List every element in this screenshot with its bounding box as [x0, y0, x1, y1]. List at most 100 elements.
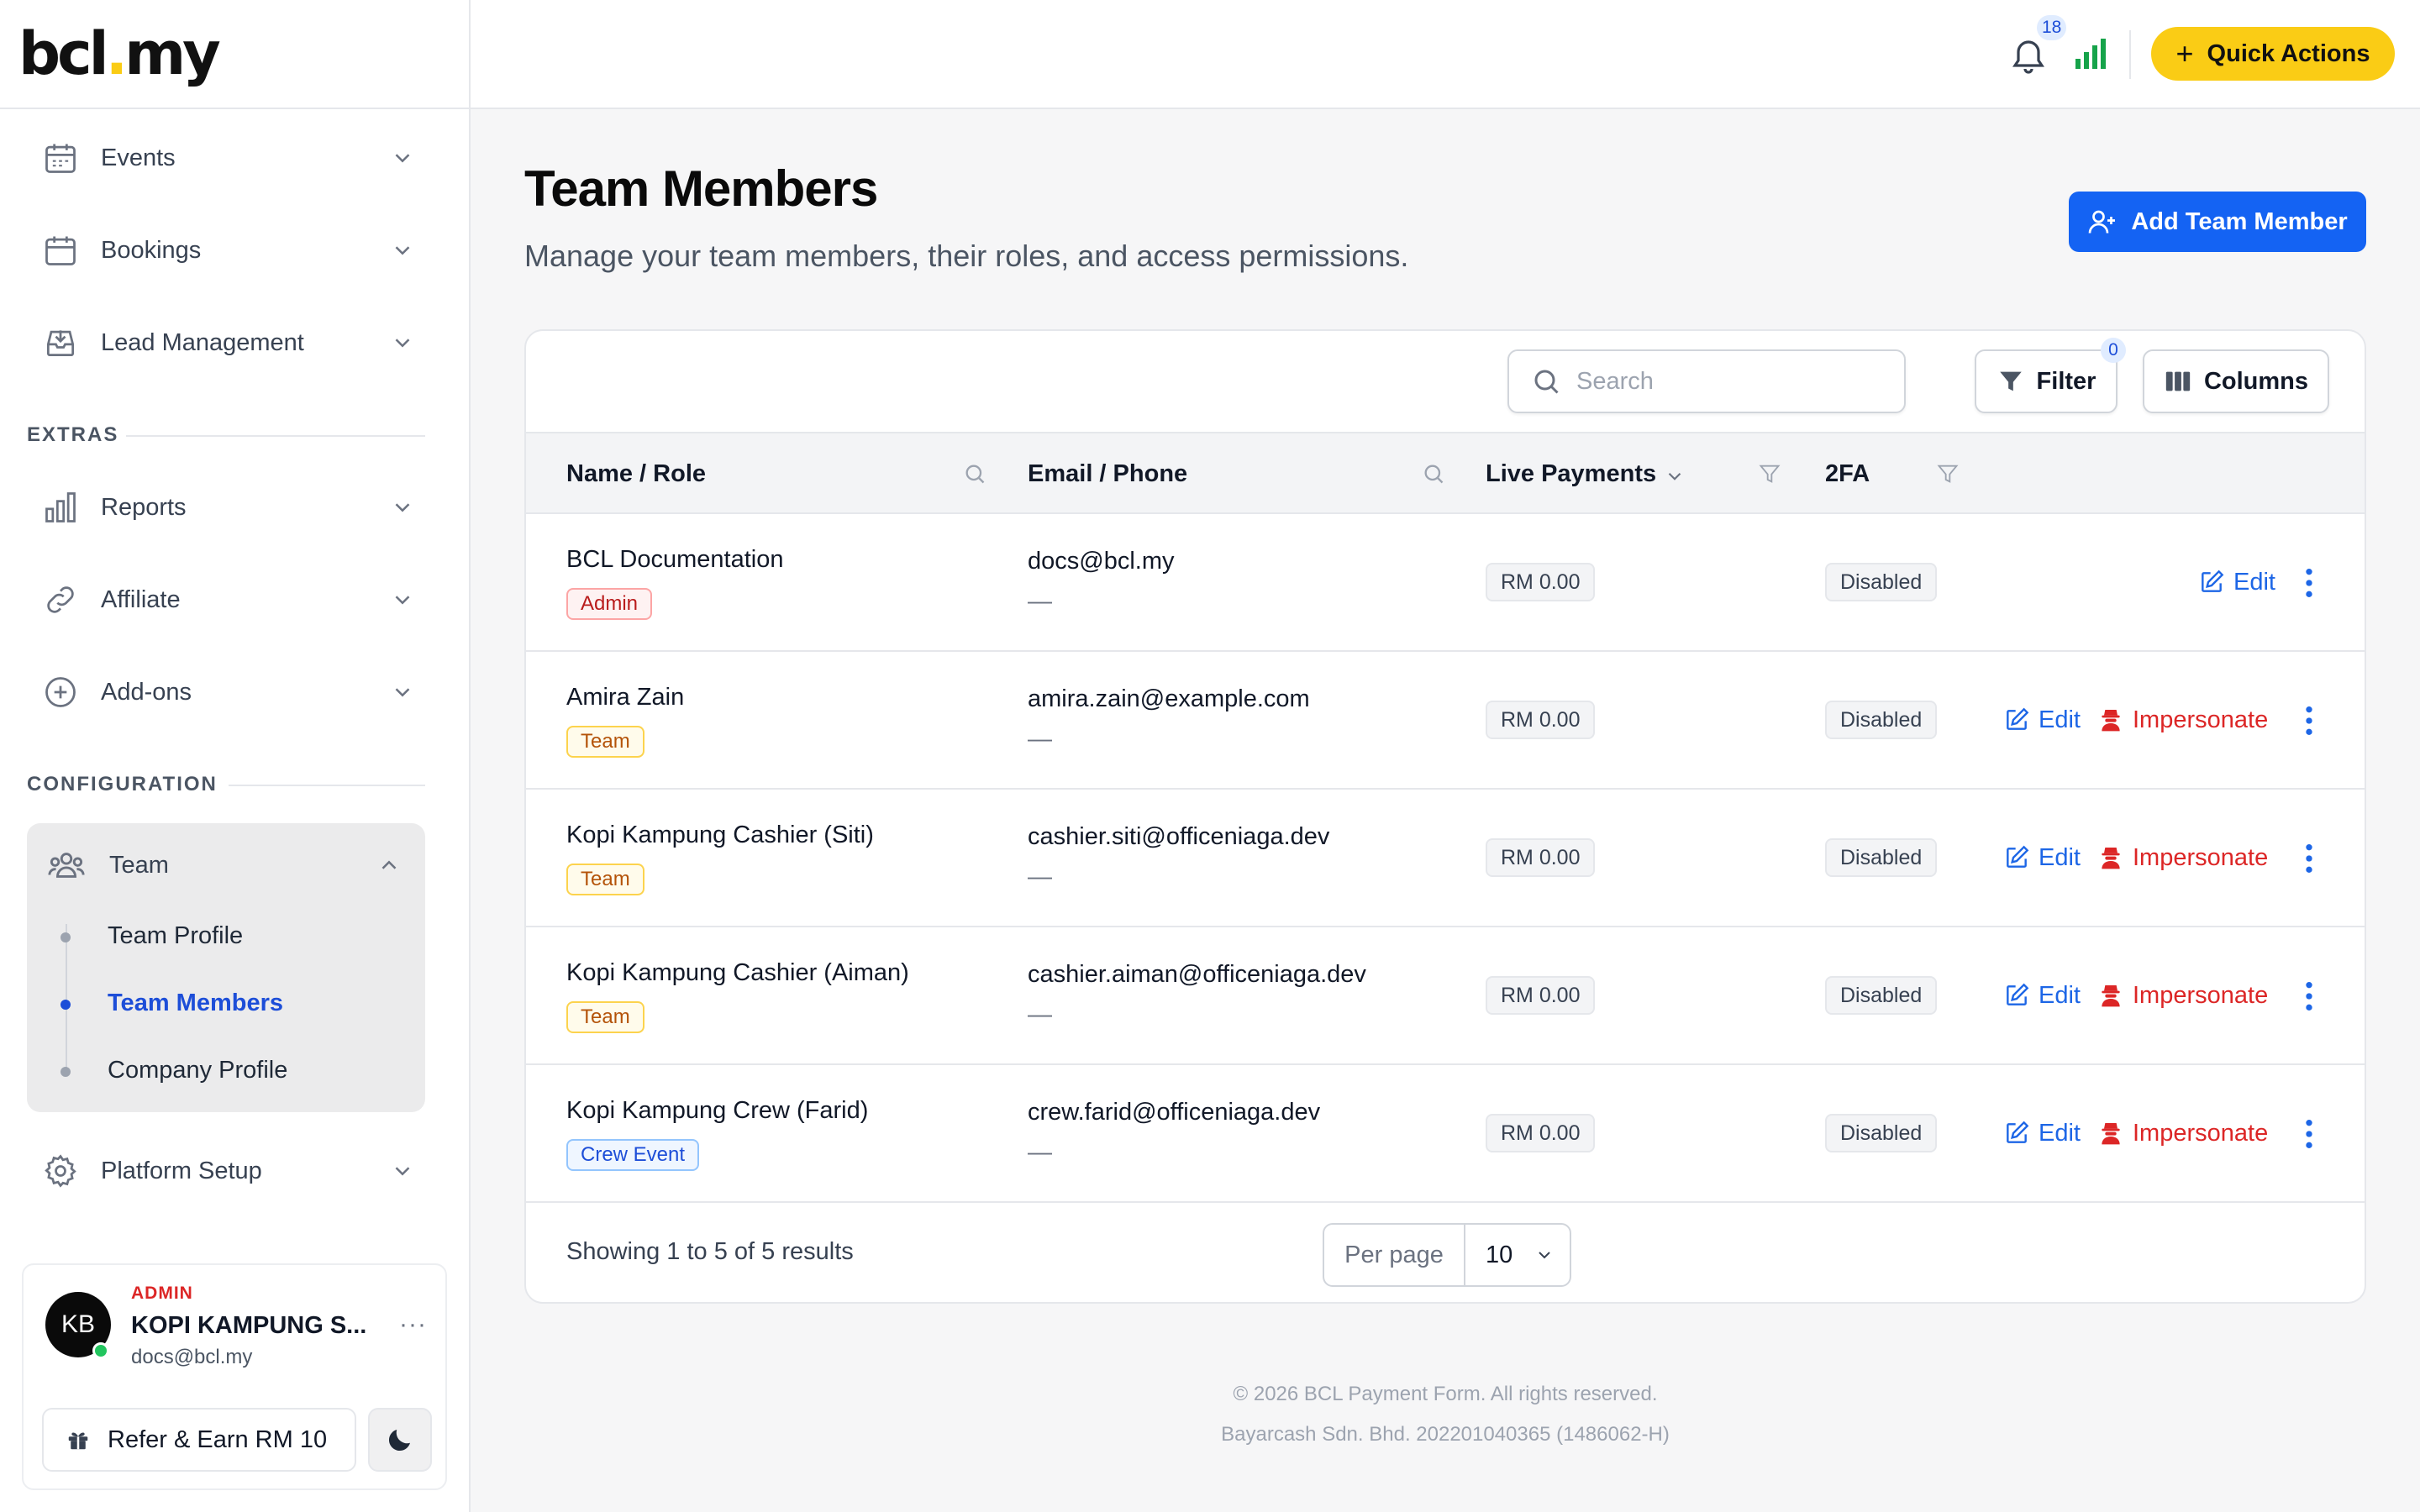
bell-icon[interactable]: [2008, 34, 2049, 77]
column-filter-icon[interactable]: [1758, 462, 1781, 486]
filter-icon: [1999, 371, 2022, 391]
sidebar-item-team-members[interactable]: Team Members: [108, 990, 283, 1017]
chevron-down-icon: [395, 1167, 410, 1176]
more-options-icon[interactable]: ···: [399, 1310, 427, 1339]
more-vertical-icon[interactable]: [2299, 704, 2319, 738]
team-members-table-card: Filter 0 Columns Name / Role Email / Pho…: [524, 329, 2366, 1304]
page-subtitle: Manage your team members, their roles, a…: [524, 239, 1409, 273]
search-input[interactable]: [1576, 367, 1879, 396]
add-user-icon: [2088, 210, 2116, 234]
section-label-extras: EXTRAS: [27, 423, 119, 446]
columns-icon: [2165, 371, 2191, 391]
column-header-name-role[interactable]: Name / Role: [566, 460, 706, 488]
sidebar-item-affiliate[interactable]: Affiliate: [27, 566, 435, 633]
sidebar-item-platform-setup[interactable]: Platform Setup: [27, 1137, 435, 1205]
column-header-email-phone[interactable]: Email / Phone: [1028, 460, 1187, 488]
add-team-member-button[interactable]: Add Team Member: [2069, 192, 2366, 252]
filter-button[interactable]: Filter: [1975, 349, 2118, 413]
divider: [2129, 30, 2131, 79]
impersonate-button[interactable]: Impersonate: [2097, 976, 2268, 1015]
edit-icon: [2202, 570, 2224, 592]
sidebar-item-add-ons[interactable]: Add-ons: [27, 659, 435, 726]
divider: [229, 785, 425, 786]
edit-button[interactable]: Edit: [2003, 838, 2081, 877]
calendar-icon: [45, 144, 76, 173]
live-payments-value: RM 0.00: [1486, 701, 1596, 739]
plus-icon: +: [2175, 36, 2194, 71]
sidebar-item-company-profile[interactable]: Company Profile: [108, 1057, 287, 1084]
live-payments-value: RM 0.00: [1486, 976, 1596, 1015]
more-vertical-icon[interactable]: [2299, 566, 2319, 600]
signal-icon: [2075, 39, 2106, 69]
sidebar-item-bookings[interactable]: Bookings: [27, 217, 435, 284]
search-field[interactable]: [1507, 349, 1906, 413]
member-name: Kopi Kampung Cashier (Siti): [566, 822, 874, 848]
top-bar: 18 + Quick Actions: [471, 0, 2420, 109]
columns-button[interactable]: Columns: [2143, 349, 2329, 413]
edit-icon: [2007, 845, 2029, 868]
more-vertical-icon[interactable]: [2299, 979, 2319, 1013]
2fa-status-badge: Disabled: [1825, 976, 1938, 1015]
member-name: Amira Zain: [566, 684, 685, 711]
sidebar-item-events[interactable]: Events: [27, 124, 435, 192]
edit-button[interactable]: Edit: [2003, 701, 2081, 739]
sidebar-item-lead-management[interactable]: Lead Management: [27, 309, 435, 376]
member-phone: —: [1028, 864, 1052, 890]
more-vertical-icon[interactable]: [2299, 1117, 2319, 1151]
edit-button[interactable]: Edit: [2003, 976, 2081, 1015]
chevron-down-icon: [395, 246, 410, 255]
add-team-member-label: Add Team Member: [2131, 207, 2348, 235]
column-search-icon[interactable]: [1422, 462, 1445, 486]
impersonate-label: Impersonate: [2133, 1119, 2269, 1147]
impersonate-button[interactable]: Impersonate: [2097, 701, 2268, 739]
inbox-icon: [46, 330, 75, 357]
moon-icon: [388, 1430, 410, 1452]
gift-icon: [68, 1432, 88, 1450]
chevron-up-icon: [381, 860, 397, 869]
edit-label: Edit: [2039, 1119, 2081, 1147]
column-header-live-payments[interactable]: Live Payments: [1486, 460, 1656, 488]
theme-toggle-button[interactable]: [368, 1408, 432, 1472]
edit-icon: [2007, 983, 2029, 1005]
refer-earn-button[interactable]: Refer & Earn RM 10: [42, 1408, 356, 1472]
brand-logo[interactable]: bcl.my: [18, 24, 221, 83]
sidebar-item-team-profile[interactable]: Team Profile: [108, 922, 243, 950]
per-page-value[interactable]: 10: [1465, 1242, 1555, 1269]
submenu-bullet-active: [60, 1000, 71, 1010]
chevron-down-icon: [1539, 1252, 1550, 1259]
impersonate-button[interactable]: Impersonate: [2097, 1114, 2268, 1152]
filter-label: Filter: [2036, 367, 2096, 395]
table-row: BCL Documentation Admin docs@bcl.my — RM…: [526, 514, 2365, 652]
edit-button[interactable]: Edit: [2198, 563, 2275, 601]
role-badge: Crew Event: [566, 1139, 700, 1171]
member-email: cashier.siti@officeniaga.dev: [1028, 823, 1330, 850]
member-phone: —: [1028, 588, 1052, 615]
member-email: crew.farid@officeniaga.dev: [1028, 1099, 1321, 1126]
table-row: Kopi Kampung Crew (Farid) Crew Event cre…: [526, 1065, 2365, 1203]
sidebar-item-label: Add-ons: [101, 678, 192, 706]
impersonate-label: Impersonate: [2133, 706, 2269, 733]
live-payments-value: RM 0.00: [1486, 563, 1596, 601]
filter-count-badge: 0: [2101, 338, 2126, 363]
role-badge: Team: [566, 726, 644, 758]
member-phone: —: [1028, 1139, 1052, 1166]
quick-actions-button[interactable]: + Quick Actions: [2151, 27, 2395, 81]
chevron-down-icon[interactable]: [1664, 465, 1686, 487]
member-email: amira.zain@example.com: [1028, 685, 1310, 712]
table-row: Kopi Kampung Cashier (Aiman) Team cashie…: [526, 927, 2365, 1065]
edit-label: Edit: [2039, 706, 2081, 733]
sidebar-item-team[interactable]: Team: [27, 823, 425, 907]
edit-button[interactable]: Edit: [2003, 1114, 2081, 1152]
user-card: KB ADMIN KOPI KAMPUNG S... docs@bcl.my ·…: [22, 1263, 447, 1490]
role-badge: Team: [566, 1001, 644, 1033]
logo-dot: .: [105, 19, 129, 88]
per-page-label: Per page: [1324, 1225, 1465, 1285]
chevron-down-icon: [395, 688, 410, 697]
impersonate-button[interactable]: Impersonate: [2097, 838, 2268, 877]
column-search-icon[interactable]: [963, 462, 986, 486]
per-page-select[interactable]: Per page 10: [1323, 1223, 1571, 1287]
column-header-2fa[interactable]: 2FA: [1825, 460, 1870, 488]
more-vertical-icon[interactable]: [2299, 842, 2319, 875]
sidebar-item-reports[interactable]: Reports: [27, 474, 435, 541]
column-filter-icon[interactable]: [1936, 462, 1960, 486]
